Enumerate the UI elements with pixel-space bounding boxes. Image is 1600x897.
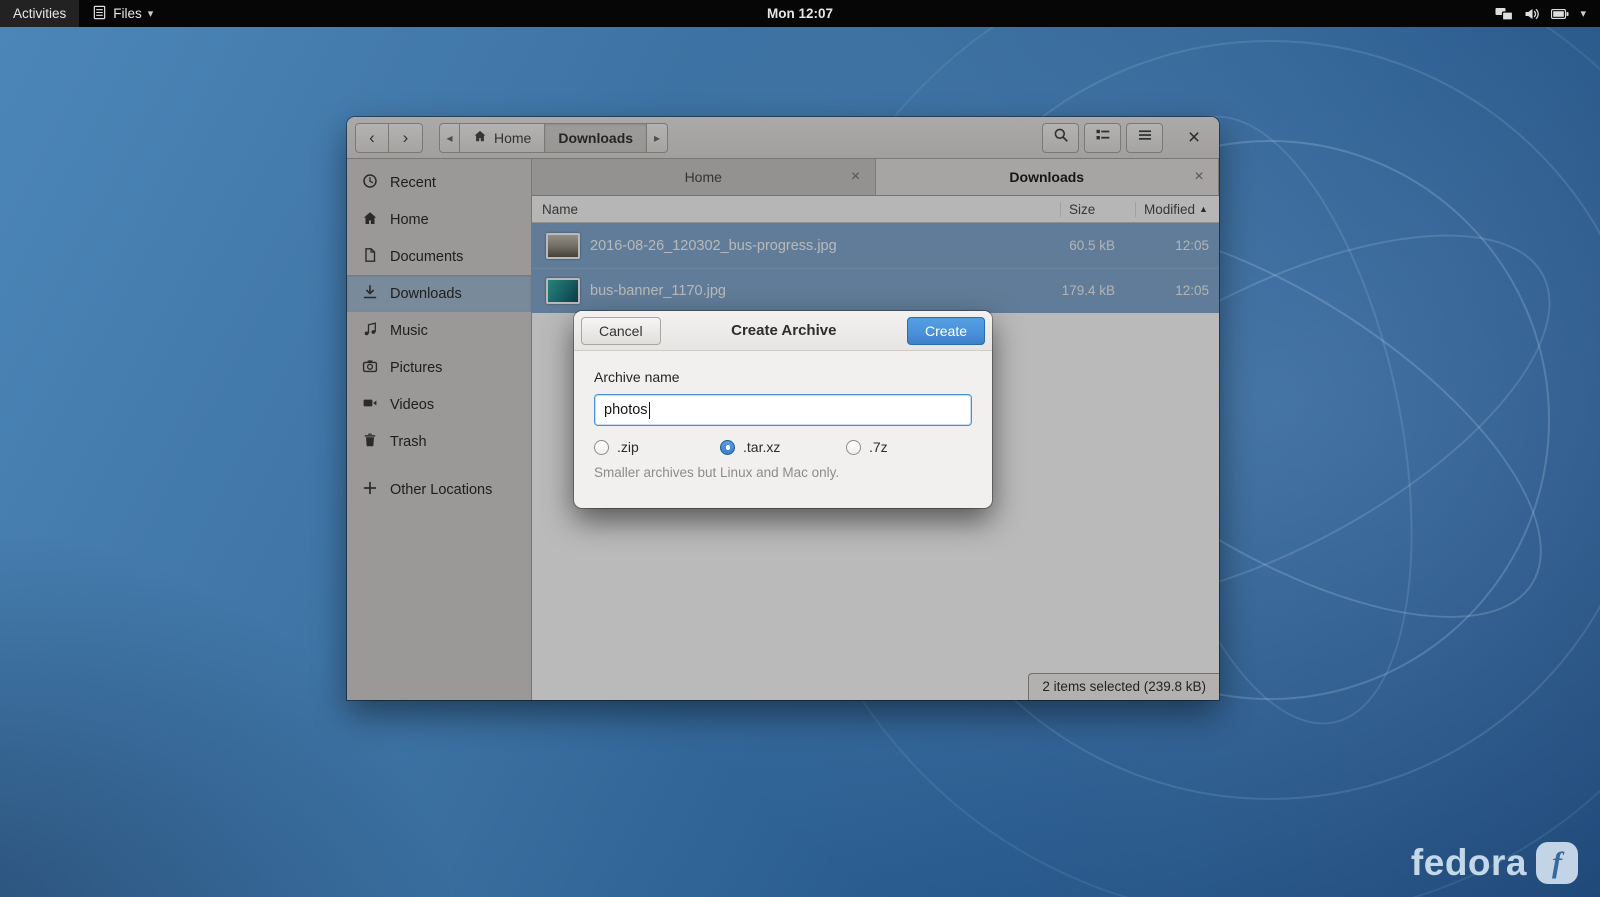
archive-name-input[interactable]: photos bbox=[594, 394, 972, 426]
archive-name-value: photos bbox=[604, 402, 648, 418]
files-app-icon bbox=[92, 5, 107, 23]
system-status-area[interactable]: ▾ bbox=[1481, 0, 1600, 27]
fedora-mark-icon: f bbox=[1536, 842, 1578, 884]
desktop: fedora f Activities Files ▾ Mon 12:07 ▾ bbox=[0, 0, 1600, 897]
fedora-logo: fedora f bbox=[1411, 842, 1578, 884]
radio-zip[interactable]: .zip bbox=[594, 439, 720, 455]
chevron-down-icon: ▾ bbox=[147, 8, 154, 20]
activities-button[interactable]: Activities bbox=[0, 0, 80, 27]
create-button[interactable]: Create bbox=[906, 316, 985, 345]
text-caret bbox=[648, 401, 651, 419]
volume-icon bbox=[1524, 6, 1540, 22]
format-radio-group: .zip .tar.xz .7z bbox=[594, 439, 972, 455]
battery-icon bbox=[1551, 8, 1569, 19]
chevron-down-icon: ▾ bbox=[1580, 8, 1586, 20]
cancel-button[interactable]: Cancel bbox=[581, 316, 661, 345]
network-icon bbox=[1495, 7, 1514, 21]
radio-icon bbox=[594, 439, 609, 455]
dialog-header-bar: Cancel Create Archive Create bbox=[574, 311, 992, 351]
create-archive-dialog: Cancel Create Archive Create Archive nam… bbox=[574, 311, 992, 508]
radio-checked-icon bbox=[720, 439, 735, 455]
radio-icon bbox=[846, 439, 861, 455]
radio-7z[interactable]: .7z bbox=[846, 439, 972, 455]
radio-tar-xz[interactable]: .tar.xz bbox=[720, 439, 846, 455]
clock[interactable]: Mon 12:07 bbox=[0, 6, 1600, 21]
format-hint-text: Smaller archives but Linux and Mac only. bbox=[594, 465, 840, 480]
dialog-title: Create Archive bbox=[731, 322, 837, 339]
archive-name-label: Archive name bbox=[594, 369, 680, 385]
app-menu-label: Files bbox=[113, 6, 142, 21]
app-menu-button[interactable]: Files ▾ bbox=[79, 0, 166, 27]
top-bar: Activities Files ▾ Mon 12:07 ▾ bbox=[0, 0, 1600, 27]
fedora-wordmark: fedora bbox=[1410, 842, 1527, 883]
